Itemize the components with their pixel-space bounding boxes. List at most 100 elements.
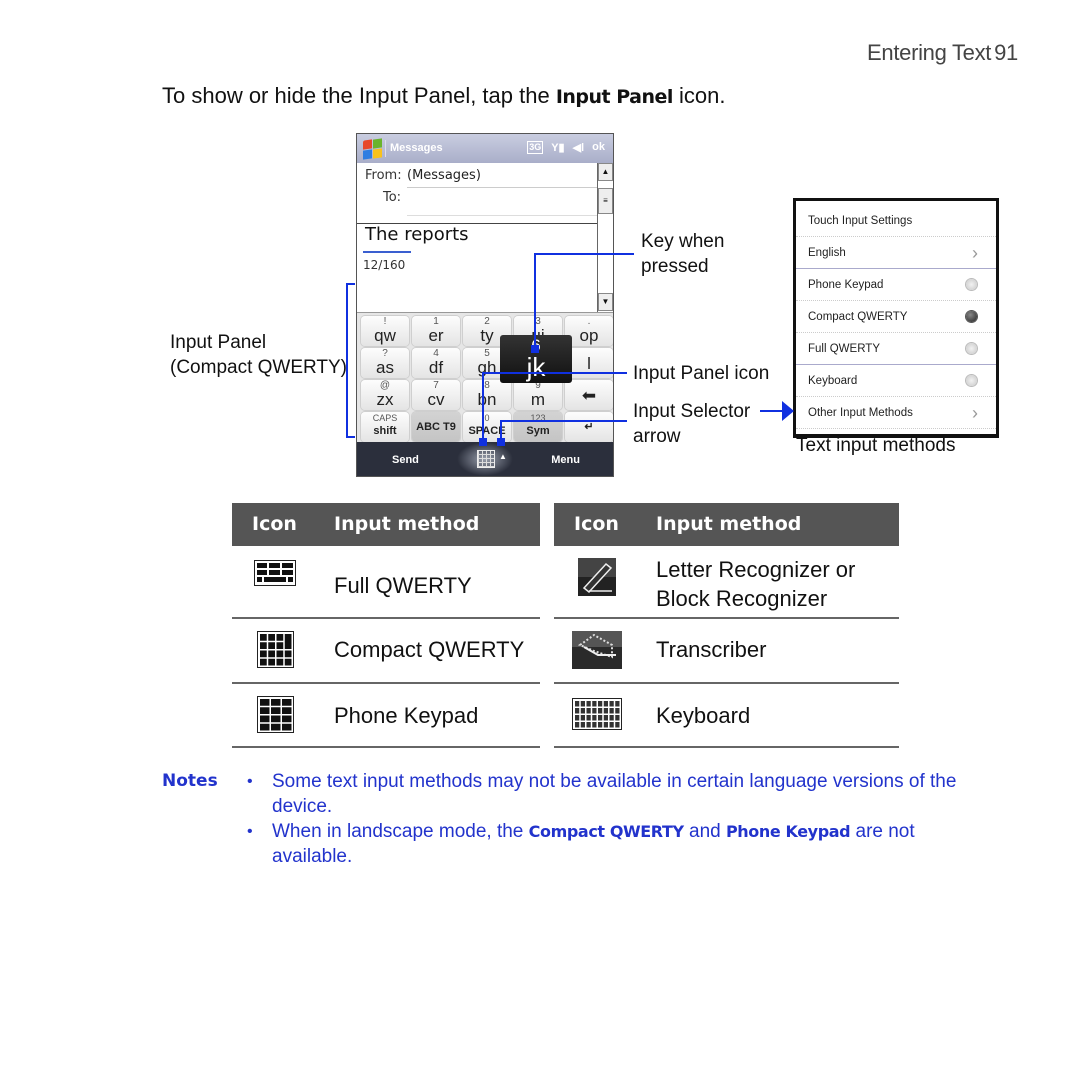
- key[interactable]: ⬅: [565, 380, 613, 410]
- pressed-key-popup: 6 jk: [500, 335, 572, 383]
- radio-button[interactable]: [966, 375, 977, 386]
- method-phone-keypad: Phone Keypad: [334, 703, 479, 728]
- to-field[interactable]: [407, 215, 597, 216]
- intro-bold: Input Panel: [555, 86, 674, 108]
- input-panel-icon[interactable]: [477, 450, 495, 468]
- send-softkey[interactable]: Send: [392, 454, 419, 466]
- input-selector-arrow[interactable]: ▲: [499, 452, 507, 461]
- method-letter-recognizer: Letter Recognizer or: [656, 557, 856, 582]
- key[interactable]: 1 er: [412, 316, 460, 346]
- to-label: To:: [383, 190, 402, 205]
- message-header-fields: From: (Messages) To:: [357, 163, 597, 224]
- key[interactable]: 8 bn: [463, 380, 511, 410]
- windows-start-icon[interactable]: [362, 138, 382, 160]
- menu-item-label: Full QWERTY: [808, 343, 880, 355]
- note-1-line2: device.: [272, 796, 333, 817]
- bullet: •: [247, 773, 253, 790]
- keyboard-icon: [572, 698, 622, 730]
- pressed-key-letters: jk: [526, 352, 546, 382]
- scroll-down-button[interactable]: ▼: [598, 293, 613, 311]
- key[interactable]: CAPS shift: [361, 412, 409, 442]
- header-icon: Icon: [574, 513, 619, 535]
- menu-item[interactable]: English ›: [796, 237, 996, 269]
- menu-item[interactable]: Full QWERTY: [796, 333, 996, 365]
- note-item-2: When in landscape mode, the Compact QWER…: [272, 819, 915, 869]
- key-letters: Sym: [526, 425, 550, 437]
- table-row: Transcriber: [554, 619, 899, 684]
- menu-item-label: English: [808, 247, 846, 259]
- key-letters: m: [530, 390, 546, 409]
- ok-button[interactable]: ok: [592, 141, 605, 154]
- scroll-thumb[interactable]: ≡: [598, 188, 613, 214]
- menu-item[interactable]: Phone Keypad: [796, 269, 996, 301]
- key-number: 123: [530, 413, 546, 423]
- note-2-suffix: are not: [850, 821, 915, 842]
- scrollbar[interactable]: ▲ ≡ ▼: [597, 163, 613, 313]
- radio-button[interactable]: [966, 343, 977, 354]
- signal-icon: Y▮: [551, 142, 565, 154]
- compact-qwerty-icon: [257, 631, 294, 668]
- key-number: 0: [484, 413, 490, 423]
- method-compact-qwerty: Compact QWERTY: [334, 637, 525, 662]
- key-letters: SPACE: [468, 425, 506, 437]
- from-label: From:: [365, 168, 402, 183]
- key[interactable]: 0 SPACE: [463, 412, 511, 442]
- key[interactable]: 9m: [514, 380, 562, 410]
- menu-item[interactable]: Other Input Methods ›: [796, 397, 996, 429]
- from-underline: [407, 187, 597, 188]
- header-input-method: Input method: [656, 513, 802, 535]
- menu-item[interactable]: Keyboard: [796, 365, 996, 397]
- key[interactable]: l: [565, 348, 613, 378]
- key[interactable]: 123 Sym: [514, 412, 562, 442]
- key[interactable]: 7 cv: [412, 380, 460, 410]
- menu-softkey[interactable]: Menu: [551, 454, 580, 466]
- key-letters: cv: [427, 390, 445, 409]
- softkey-bar: Send ▲ Menu: [357, 442, 613, 476]
- message-body[interactable]: The reports: [365, 224, 469, 245]
- text-cursor-line: [363, 251, 411, 253]
- separator: [385, 140, 386, 157]
- callout-input-selector: Input Selector arrow: [633, 399, 750, 449]
- key-letters: as: [376, 358, 394, 377]
- note-2-prefix: When in landscape mode, the: [272, 821, 529, 842]
- key-letters: qw: [374, 326, 396, 345]
- key[interactable]: . op: [565, 316, 613, 346]
- callout-key-pressed-line2: pressed: [641, 256, 709, 277]
- chevron-right-icon: ›: [972, 243, 978, 263]
- key-letters: er: [428, 326, 444, 345]
- radio-button[interactable]: [966, 311, 977, 322]
- bullet: •: [247, 823, 253, 840]
- header-icon: Icon: [252, 513, 297, 535]
- note-2-mid: and: [683, 821, 726, 842]
- key[interactable]: ? as: [361, 348, 409, 378]
- callout-input-panel: Input Panel (Compact QWERTY): [170, 330, 347, 380]
- key[interactable]: ↵: [565, 412, 613, 442]
- intro-sentence: To show or hide the Input Panel, tap the…: [162, 83, 726, 109]
- input-methods-menu: Touch Input Settings English › Phone Keypad…: [793, 198, 999, 438]
- method-transcriber: Transcriber: [656, 637, 767, 662]
- from-field[interactable]: (Messages): [407, 168, 481, 183]
- menu-item-label: Other Input Methods: [808, 407, 913, 419]
- note-1-line1: Some text input methods may not be avail…: [272, 771, 957, 792]
- speaker-icon[interactable]: ◀ǀ: [573, 141, 585, 154]
- callout-input-panel-icon: Input Panel icon: [633, 363, 770, 384]
- key[interactable]: ! qw: [361, 316, 409, 346]
- key-letters: ABC T9: [416, 421, 456, 433]
- radio-button[interactable]: [966, 279, 977, 290]
- intro-prefix: To show or hide the Input Panel, tap the: [162, 83, 556, 108]
- key[interactable]: @ zx: [361, 380, 409, 410]
- menu-item[interactable]: Compact QWERTY: [796, 301, 996, 333]
- input-panel-keyboard: !qw1er2ty3ui.op?as4df5gh6jkl@zx7cv8bn9m⬅…: [357, 312, 613, 443]
- key[interactable]: ABC T9: [412, 412, 460, 442]
- callout-input-panel-line1: Input Panel: [170, 332, 267, 353]
- callout-key-pressed: Key when pressed: [641, 229, 724, 279]
- phone-screenshot: Messages 3G Y▮ ◀ǀ ok From: (Messages) To…: [356, 133, 614, 477]
- callout-input-panel-line2: (Compact QWERTY): [170, 357, 348, 378]
- input-panel-bracket: [346, 283, 355, 438]
- scroll-up-button[interactable]: ▲: [598, 163, 613, 181]
- note-2-line2: available.: [272, 846, 353, 867]
- intro-suffix: icon.: [672, 83, 726, 108]
- key[interactable]: 4 df: [412, 348, 460, 378]
- phone-keypad-icon: [257, 696, 294, 733]
- notes-label: Notes: [162, 771, 218, 791]
